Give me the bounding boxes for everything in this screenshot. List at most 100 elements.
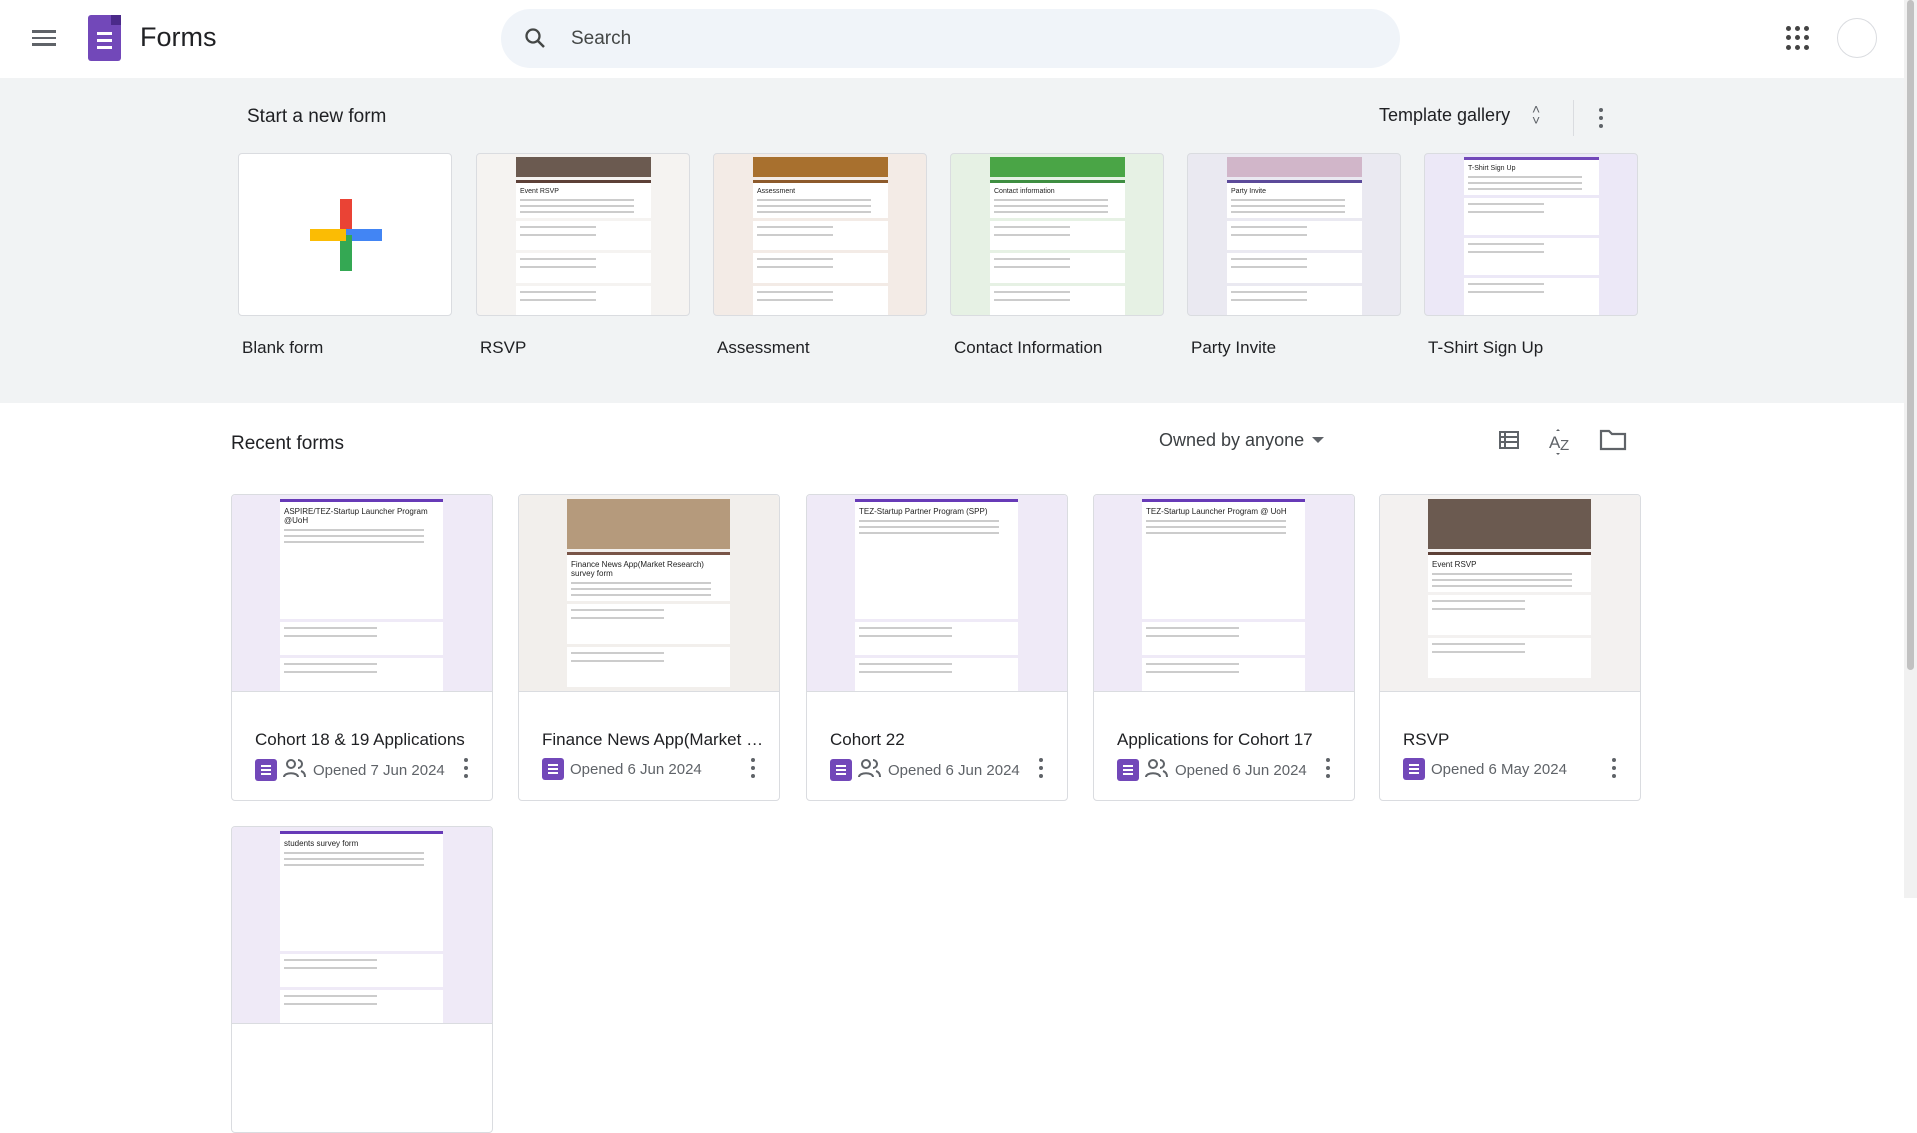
search-input[interactable]: Search (501, 9, 1400, 68)
template-rsvp[interactable]: Event RSVP RSVP (476, 153, 690, 358)
text-line (757, 258, 834, 260)
more-options-icon[interactable] (751, 758, 757, 782)
template-blank-form[interactable]: Blank form (238, 153, 452, 358)
recent-form-card[interactable]: TEZ-Startup Launcher Program @ UoH Applic… (1093, 494, 1355, 801)
forms-logo-icon[interactable] (88, 15, 121, 61)
template-thumbnail[interactable]: Assessment (713, 153, 927, 316)
question-block (990, 220, 1125, 250)
question-block (753, 285, 888, 315)
text-line (1146, 526, 1286, 528)
scrollbar-thumb[interactable] (1907, 0, 1914, 670)
list-view-icon[interactable] (1497, 428, 1521, 452)
text-line (1432, 573, 1572, 575)
folder-icon[interactable] (1599, 428, 1627, 452)
text-line (571, 660, 664, 662)
unfold-icon[interactable]: ˄ ˅ (1532, 102, 1540, 127)
search-icon[interactable] (523, 26, 547, 50)
question-block (1142, 622, 1305, 655)
text-line (1468, 243, 1545, 245)
recent-form-card[interactable]: TEZ-Startup Partner Program (SPP) Cohort … (806, 494, 1068, 801)
text-line (994, 233, 1071, 236)
header-image (753, 157, 888, 177)
question-block (516, 253, 651, 283)
more-options-icon[interactable] (1612, 758, 1618, 782)
form-preview-title: Event RSVP (520, 187, 559, 195)
recent-forms-heading: Recent forms (231, 433, 344, 454)
account-avatar[interactable] (1837, 18, 1877, 58)
main-menu-icon[interactable] (32, 27, 56, 47)
text-line (520, 266, 597, 268)
sort-az-icon[interactable]: AZ (1548, 428, 1574, 456)
opened-date: Opened 6 Jun 2024 (1175, 761, 1307, 779)
form-title[interactable]: Cohort 22 (830, 730, 1062, 750)
text-line (520, 198, 635, 201)
template-thumbnail[interactable]: Contact information (950, 153, 1164, 316)
template-thumbnail[interactable] (238, 153, 452, 316)
text-line (284, 529, 424, 531)
form-preview-title: Finance News App(Market Research) survey… (571, 560, 704, 578)
text-line (284, 967, 377, 969)
text-line (520, 233, 597, 236)
text-line (1468, 251, 1545, 253)
start-new-form-heading: Start a new form (247, 106, 387, 127)
text-line (859, 671, 952, 673)
more-options-icon[interactable] (1599, 108, 1605, 132)
template-t-shirt-sign-up[interactable]: T-Shirt Sign Up T-Shirt Sign Up (1424, 153, 1638, 358)
text-line (859, 520, 999, 522)
form-preview: TEZ-Startup Launcher Program @ UoH (1142, 499, 1305, 691)
form-meta: Opened 6 Jun 2024 (542, 758, 702, 780)
template-thumbnail[interactable]: Party Invite (1187, 153, 1401, 316)
form-title[interactable]: Cohort 18 & 19 Applications (255, 730, 487, 750)
text-line (284, 635, 377, 637)
app-name[interactable]: Forms (140, 22, 217, 53)
question-block (567, 604, 730, 644)
template-contact-information[interactable]: Contact information Contact Information (950, 153, 1164, 358)
owner-filter-dropdown[interactable]: Owned by anyone (1159, 430, 1324, 451)
text-line (284, 663, 377, 665)
forms-file-icon (255, 759, 277, 781)
form-preview-title: ASPIRE/TEZ-Startup Launcher Program @UoH (284, 507, 428, 525)
form-title[interactable]: Applications for Cohort 17 (1117, 730, 1349, 750)
recent-form-card[interactable]: ASPIRE/TEZ-Startup Launcher Program @UoH… (231, 494, 493, 801)
question-block (1464, 238, 1599, 275)
template-label: Assessment (717, 338, 810, 357)
form-thumbnail[interactable]: ASPIRE/TEZ-Startup Launcher Program @UoH (232, 495, 492, 692)
google-apps-icon[interactable] (1786, 26, 1810, 50)
recent-form-card[interactable]: Event RSVP RSVP Opened 6 May 2024 (1379, 494, 1641, 801)
text-line (1231, 204, 1346, 207)
text-line (757, 204, 872, 207)
more-options-icon[interactable] (1326, 758, 1332, 782)
template-assessment[interactable]: Assessment Assessment (713, 153, 927, 358)
form-preview-header: T-Shirt Sign Up (1464, 157, 1599, 195)
text-line (994, 204, 1109, 207)
text-line (1146, 627, 1239, 629)
form-thumbnail[interactable]: Finance News App(Market Research) survey… (519, 495, 779, 692)
recent-form-card[interactable]: students survey form (231, 826, 493, 1133)
form-thumbnail[interactable]: TEZ-Startup Launcher Program @ UoH (1094, 495, 1354, 692)
form-preview-header: TEZ-Startup Launcher Program @ UoH (1142, 499, 1305, 619)
opened-date: Opened 7 Jun 2024 (313, 761, 445, 779)
text-line (757, 298, 834, 301)
question-block (1428, 595, 1591, 635)
template-thumbnail[interactable]: T-Shirt Sign Up (1424, 153, 1638, 316)
more-options-icon[interactable] (1039, 758, 1045, 782)
form-title[interactable]: Finance News App(Market Research) (542, 730, 774, 750)
form-title[interactable]: RSVP (1403, 730, 1635, 750)
more-options-icon[interactable] (464, 758, 470, 782)
form-preview-header: Finance News App(Market Research) survey… (567, 552, 730, 601)
recent-form-card[interactable]: Finance News App(Market Research) survey… (518, 494, 780, 801)
text-line (1146, 635, 1239, 637)
text-line (757, 210, 872, 213)
question-block (280, 990, 443, 1023)
question-block (1227, 220, 1362, 250)
form-thumbnail[interactable]: TEZ-Startup Partner Program (SPP) (807, 495, 1067, 692)
text-line (1231, 233, 1308, 236)
template-thumbnail[interactable]: Event RSVP (476, 153, 690, 316)
form-thumbnail[interactable]: students survey form (232, 827, 492, 1024)
template-party-invite[interactable]: Party Invite Party Invite (1187, 153, 1401, 358)
template-label: RSVP (480, 338, 527, 357)
plus-icon (310, 199, 382, 271)
template-gallery-button[interactable]: Template gallery (1379, 105, 1510, 126)
form-thumbnail[interactable]: Event RSVP (1380, 495, 1640, 692)
divider (1573, 100, 1574, 136)
